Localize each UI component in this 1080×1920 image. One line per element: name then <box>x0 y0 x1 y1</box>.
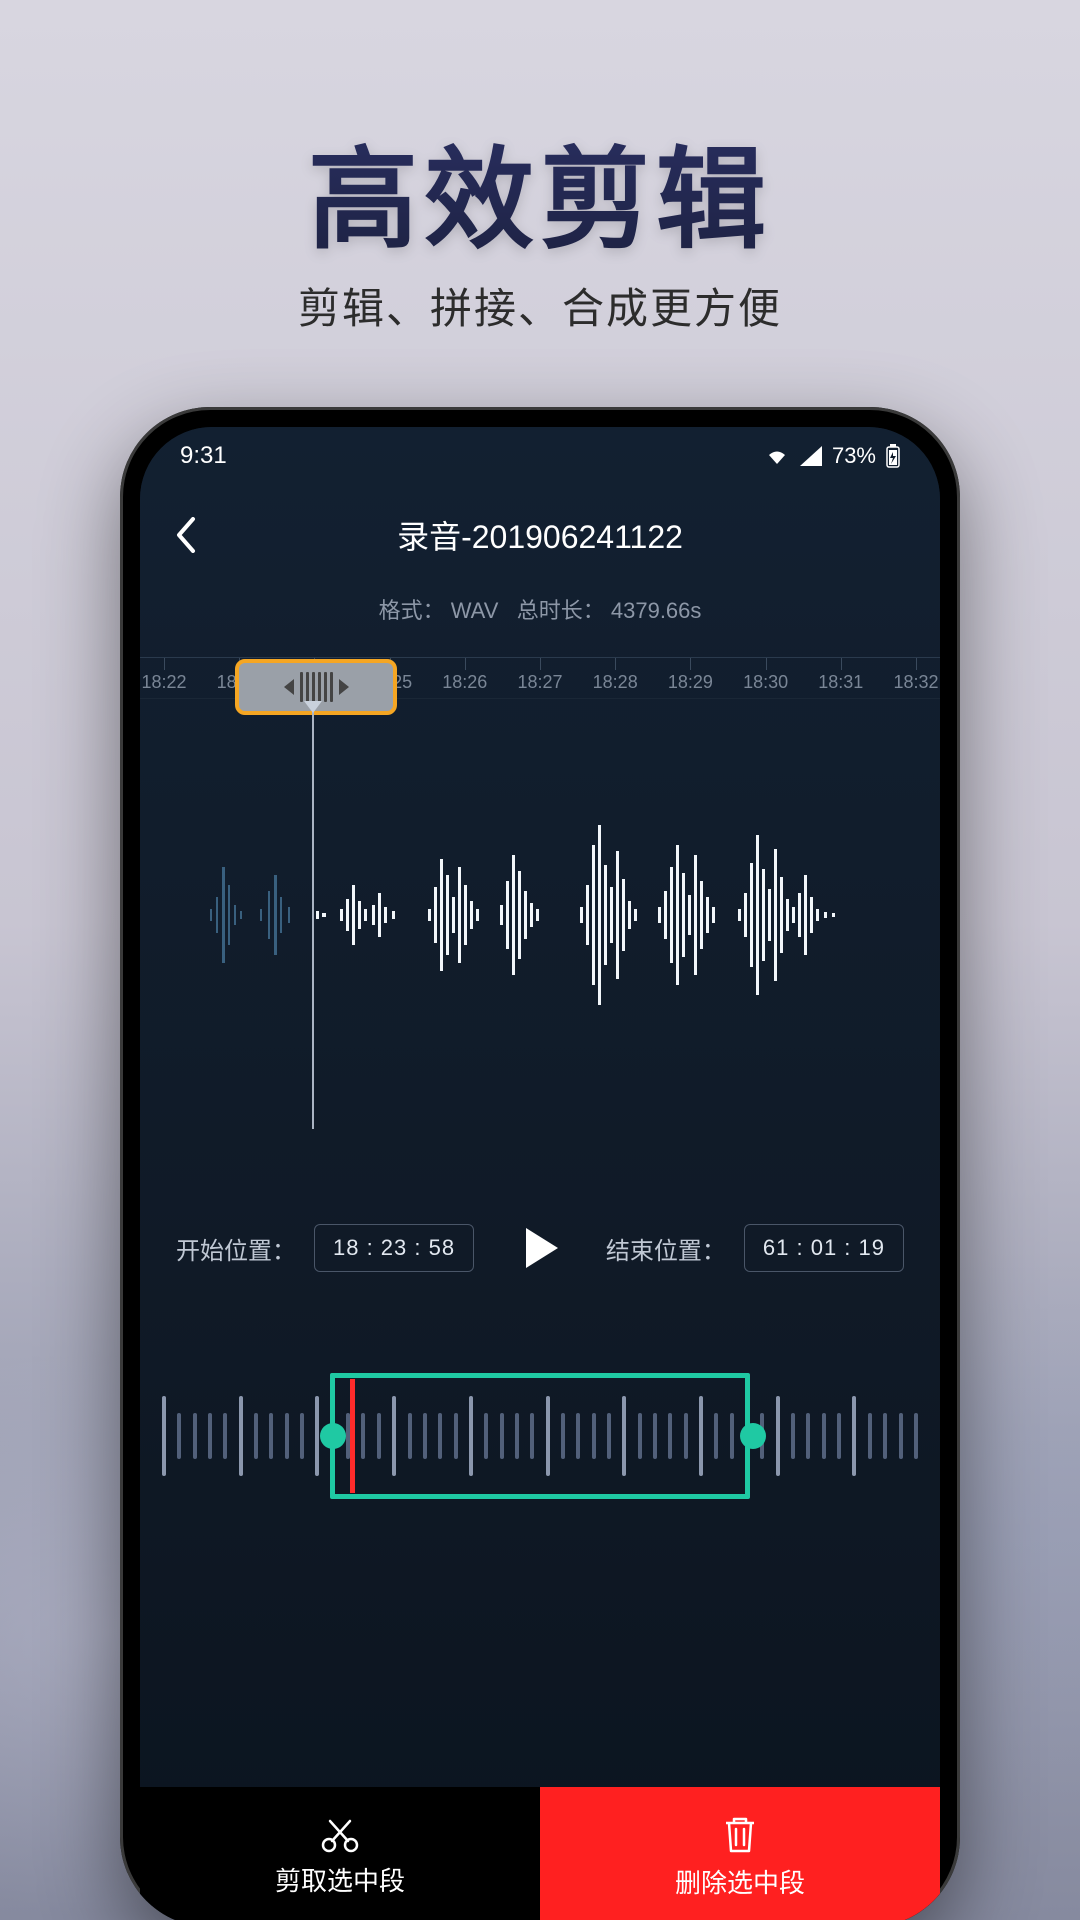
selection-box[interactable] <box>330 1373 750 1499</box>
trash-icon <box>722 1815 758 1855</box>
wifi-icon <box>764 446 790 466</box>
phone-frame: 9:31 73% <box>120 407 960 1920</box>
back-button[interactable] <box>164 513 208 557</box>
battery-icon <box>886 444 900 468</box>
ruler-tick-label: 18:22 <box>141 672 186 693</box>
cut-button-label: 剪取选中段 <box>275 1861 405 1898</box>
chevron-left-icon <box>175 517 197 553</box>
scissors-icon <box>320 1817 360 1853</box>
promo-subtitle: 剪辑、拼接、合成更方便 <box>0 275 1080 336</box>
ruler-tick-label: 18:26 <box>442 672 487 693</box>
waveform-icon <box>140 705 940 1125</box>
ruler-tick-label: 18:32 <box>893 672 938 693</box>
delete-selection-button[interactable]: 删除选中段 <box>540 1787 940 1920</box>
ruler-tick-label: 18:30 <box>743 672 788 693</box>
format-value: WAV <box>451 598 499 623</box>
range-cursor[interactable] <box>350 1379 355 1493</box>
waveform-view[interactable] <box>140 705 940 1125</box>
delete-button-label: 删除选中段 <box>675 1863 805 1900</box>
end-position-label: 结束位置： <box>606 1231 726 1266</box>
bottom-action-bar: 剪取选中段 删除选中段 <box>140 1787 940 1920</box>
ruler-tick-label: 18:28 <box>593 672 638 693</box>
file-meta: 格式： WAV 总时长： 4379.66s <box>140 593 940 625</box>
play-button[interactable] <box>507 1215 573 1281</box>
end-position-value[interactable]: 61 : 01 : 19 <box>744 1224 904 1272</box>
ruler-tick-label: 18:27 <box>517 672 562 693</box>
battery-text: 73% <box>832 443 876 469</box>
cut-selection-button[interactable]: 剪取选中段 <box>140 1787 540 1920</box>
status-bar: 9:31 73% <box>140 427 940 485</box>
start-position-label: 开始位置： <box>176 1231 296 1266</box>
ruler-tick-label: 18:29 <box>668 672 713 693</box>
position-controls: 开始位置： 18 : 23 : 58 结束位置： 61 : 01 : 19 <box>140 1215 940 1281</box>
status-time: 9:31 <box>180 442 227 470</box>
promo-title: 高效剪辑 <box>0 110 1080 270</box>
grip-icon <box>300 672 333 702</box>
duration-label: 总时长： <box>517 598 605 623</box>
start-position-value[interactable]: 18 : 23 : 58 <box>314 1224 474 1272</box>
arrow-left-icon <box>284 679 294 695</box>
page-title: 录音-201906241122 <box>397 512 683 558</box>
signal-icon <box>800 446 822 466</box>
duration-value: 4379.66s <box>611 598 702 623</box>
format-label: 格式： <box>379 598 445 623</box>
range-handle-right[interactable] <box>740 1423 766 1449</box>
play-icon <box>516 1224 564 1272</box>
range-selector[interactable] <box>162 1361 918 1511</box>
range-handle-left[interactable] <box>320 1423 346 1449</box>
arrow-right-icon <box>339 679 349 695</box>
app-header: 录音-201906241122 <box>140 495 940 575</box>
ruler-tick-label: 18:31 <box>818 672 863 693</box>
